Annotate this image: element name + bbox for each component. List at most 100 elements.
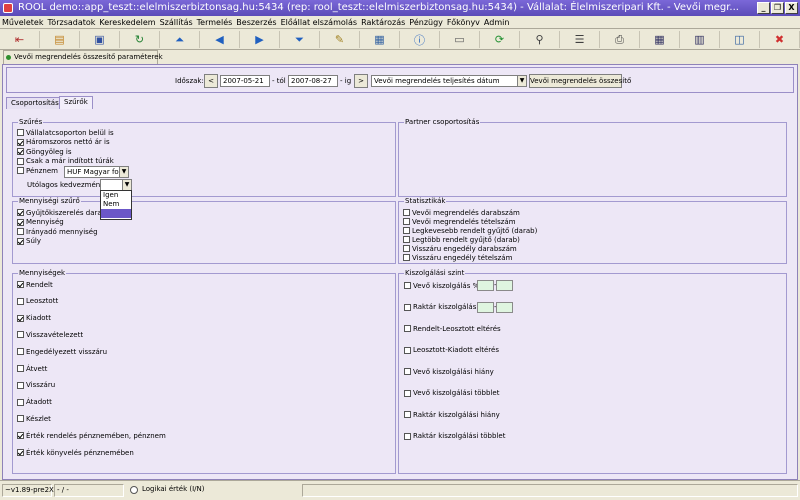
to-date-field[interactable]: 2007-08-27: [288, 75, 338, 87]
checkbox-kiszolgalasi-1[interactable]: Raktár kiszolgálás %: [404, 303, 485, 312]
checkbox-box[interactable]: [17, 167, 24, 174]
chevron-down-icon[interactable]: ▼: [517, 76, 526, 86]
close-window-button[interactable]: X: [785, 2, 798, 14]
checkbox-statisztikak-2[interactable]: Legkevesebb rendelt gyűjtő (darab): [403, 226, 537, 235]
checkbox-box[interactable]: [404, 368, 411, 375]
prev-button[interactable]: ◀: [200, 31, 240, 48]
search-button[interactable]: ⚲: [520, 31, 560, 48]
checkbox-box[interactable]: [17, 129, 24, 136]
checkbox-box[interactable]: [17, 398, 24, 406]
chevron-down-icon[interactable]: ▼: [122, 180, 131, 190]
menu-item-6[interactable]: Előállat elszámolás: [279, 16, 360, 29]
dropdown-option-igen[interactable]: Igen: [101, 191, 131, 200]
menu-item-10[interactable]: Admin: [482, 16, 512, 29]
menu-item-5[interactable]: Beszerzés: [234, 16, 278, 29]
checkbox-mennyisegi-2[interactable]: Irányadó mennyiség: [17, 227, 98, 236]
checkbox-szures-0[interactable]: Vállalatcsoporton belül is: [17, 128, 114, 137]
from-date-field[interactable]: 2007-05-21: [220, 75, 270, 87]
dropdown-option-empty[interactable]: [101, 209, 131, 218]
menu-item-9[interactable]: Főkönyv: [445, 16, 482, 29]
close-button[interactable]: ✖: [760, 31, 800, 48]
last-button[interactable]: ⏷: [280, 31, 320, 48]
checkbox-mennyisegek-2[interactable]: Kiadott: [17, 314, 51, 323]
table-button[interactable]: ▥: [680, 31, 720, 48]
checkbox-box[interactable]: [404, 432, 411, 440]
tab-csoportositas[interactable]: Csoportosítás: [6, 97, 64, 109]
grid-button[interactable]: ▦: [640, 31, 680, 48]
checkbox-box[interactable]: [17, 415, 24, 423]
info-button[interactable]: ⓘ: [400, 31, 440, 48]
checkbox-mennyisegek-3[interactable]: Visszavételezett: [17, 330, 83, 339]
checkbox-box[interactable]: [17, 449, 24, 456]
menu-item-0[interactable]: Műveletek: [0, 16, 45, 29]
checkbox-box[interactable]: [404, 411, 411, 418]
checkbox-statisztikak-0[interactable]: Vevői megrendelés darabszám: [403, 208, 520, 217]
checkbox-box[interactable]: [17, 209, 24, 216]
document-tab[interactable]: Vevői megrendelés összesítő paraméterek: [3, 50, 163, 64]
checkbox-box[interactable]: [17, 365, 24, 372]
checkbox-mennyisegi-3[interactable]: Súly: [17, 237, 41, 246]
checkbox-mennyisegek-10[interactable]: Érték könyvelés pénznemében: [17, 448, 134, 457]
checkbox-mennyisegi-1[interactable]: Mennyiség: [17, 218, 64, 227]
checkbox-szures-2[interactable]: Göngyöleg is: [17, 147, 72, 156]
checkbox-box[interactable]: [17, 228, 24, 235]
range-to-field[interactable]: [496, 280, 513, 291]
open-button[interactable]: ▤: [40, 31, 80, 48]
checkbox-box[interactable]: [17, 381, 24, 389]
checkbox-statisztikak-4[interactable]: Visszáru engedély darabszám: [403, 244, 517, 253]
menu-item-3[interactable]: Szállítás: [158, 16, 195, 29]
checkbox-szures-4[interactable]: Pénznem: [17, 166, 58, 175]
checkbox-mennyisegi-0[interactable]: Gyűjtőkiszerelés darab: [17, 208, 106, 217]
checkbox-kiszolgalasi-5[interactable]: Vevő kiszolgálási többlet: [404, 389, 499, 398]
checkbox-kiszolgalasi-7[interactable]: Raktár kiszolgálási többlet: [404, 432, 505, 441]
refresh-button[interactable]: ↻: [120, 31, 160, 48]
window-button[interactable]: ▭: [440, 31, 480, 48]
checkbox-mennyisegek-0[interactable]: Rendelt: [17, 280, 53, 289]
tab-szurok[interactable]: Szűrők: [59, 96, 93, 109]
checkbox-statisztikak-1[interactable]: Vevői megrendelés tételszám: [403, 217, 516, 226]
checkbox-box[interactable]: [17, 331, 24, 339]
dropdown-option-nem[interactable]: Nem: [101, 200, 131, 209]
date-basis-select[interactable]: Vevői megrendelés teljesítés dátum ▼: [371, 75, 527, 87]
next-button[interactable]: ▶: [240, 31, 280, 48]
checkbox-box[interactable]: [17, 237, 24, 245]
range-from-field[interactable]: [477, 280, 494, 291]
checkbox-statisztikak-5[interactable]: Visszáru engedély tételszám: [403, 253, 512, 262]
checkbox-kiszolgalasi-0[interactable]: Vevő kiszolgálás %: [404, 281, 479, 290]
checkbox-mennyisegek-6[interactable]: Visszáru: [17, 381, 55, 390]
checkbox-box[interactable]: [404, 346, 411, 354]
checkbox-box[interactable]: [404, 325, 411, 332]
checkbox-mennyisegek-8[interactable]: Készlet: [17, 414, 51, 423]
menu-item-1[interactable]: Törzsadatok: [45, 16, 97, 29]
checkbox-mennyisegek-4[interactable]: Engedélyezett visszáru: [17, 347, 107, 356]
logical-value-radio[interactable]: [130, 486, 138, 494]
save-button[interactable]: ▣: [80, 31, 120, 48]
checkbox-box[interactable]: [403, 245, 410, 252]
print-button[interactable]: ⎙: [600, 31, 640, 48]
checkbox-statisztikak-3[interactable]: Legtöbb rendelt gyűjtő (darab): [403, 235, 520, 244]
checkbox-box[interactable]: [403, 218, 410, 225]
checkbox-box[interactable]: [17, 314, 24, 322]
checkbox-box[interactable]: [17, 348, 24, 356]
first-button[interactable]: ⏶: [160, 31, 200, 48]
print-preview-button[interactable]: ▦: [360, 31, 400, 48]
chevron-down-icon[interactable]: ▼: [119, 167, 128, 177]
checkbox-box[interactable]: [403, 236, 410, 243]
minimize-button[interactable]: _: [757, 2, 770, 14]
checkbox-box[interactable]: [404, 282, 411, 289]
checkbox-mennyisegek-5[interactable]: Átvett: [17, 364, 47, 373]
checkbox-box[interactable]: [17, 297, 24, 305]
checkbox-kiszolgalasi-3[interactable]: Leosztott-Kiadott eltérés: [404, 346, 499, 355]
checkbox-kiszolgalasi-6[interactable]: Raktár kiszolgálási hiány: [404, 410, 500, 419]
sync-button[interactable]: ⟳: [480, 31, 520, 48]
checkbox-box[interactable]: [403, 209, 410, 216]
checkbox-box[interactable]: [17, 138, 24, 146]
checkbox-szures-1[interactable]: Háromszoros nettó ár is: [17, 138, 110, 147]
checkbox-mennyisegek-9[interactable]: Érték rendelés pénznemében, pénznem: [17, 431, 166, 440]
exit-button[interactable]: ⇤: [0, 31, 40, 48]
edit-button[interactable]: ✎: [320, 31, 360, 48]
checkbox-mennyisegek-1[interactable]: Leosztott: [17, 297, 58, 306]
period-next-button[interactable]: >: [354, 74, 368, 88]
menu-item-8[interactable]: Pénzügy: [407, 16, 445, 29]
range-from-field[interactable]: [477, 301, 494, 313]
